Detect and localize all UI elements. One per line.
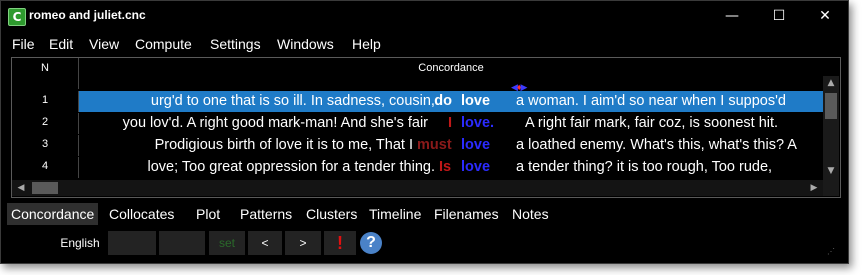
keyword: love. <box>461 115 495 131</box>
tab-filenames[interactable]: Filenames <box>430 203 503 225</box>
alert-icon[interactable]: ! <box>324 231 356 255</box>
tab-patterns[interactable]: Patterns <box>236 203 296 225</box>
app-icon: C <box>8 8 26 26</box>
right-context: A right fair mark, fair coz, is soonest … <box>525 115 779 131</box>
collocate-word: do <box>434 93 452 109</box>
keyword: love <box>461 93 491 109</box>
resize-grip-icon[interactable]: ⋰ <box>827 247 835 256</box>
concordance-grid[interactable]: N Concordance ◀♦▶ 1 urg'd to one that is… <box>11 57 841 198</box>
tab-clusters[interactable]: Clusters <box>302 203 361 225</box>
tab-notes[interactable]: Notes <box>508 203 553 225</box>
status-field-1 <box>108 231 156 255</box>
concordance-line[interactable]: Prodigious birth of love it is to me, Th… <box>79 135 823 156</box>
status-bar: English set < > ! ? <box>7 231 847 257</box>
concordance-line[interactable]: you lov'd. A right good mark-man! And sh… <box>79 113 823 134</box>
table-row[interactable]: 2 you lov'd. A right good mark-man! And … <box>12 113 823 134</box>
left-context: Prodigious birth of love it is to me, Th… <box>154 137 413 153</box>
row-number: 2 <box>12 113 79 134</box>
menu-help[interactable]: Help <box>352 34 381 54</box>
scroll-left-icon[interactable]: ◀ <box>13 180 29 196</box>
row-number: 4 <box>12 157 79 178</box>
menu-bar: File Edit View Compute Settings Windows … <box>1 34 848 54</box>
menu-edit[interactable]: Edit <box>49 34 73 54</box>
collocate-word: must <box>417 137 452 153</box>
table-row[interactable]: 1 urg'd to one that is so ill. In sadnes… <box>12 91 823 112</box>
app-window: C romeo and juliet.cnc — ☐ ✕ File Edit V… <box>0 0 849 264</box>
close-button[interactable]: ✕ <box>802 1 848 31</box>
row-number: 1 <box>12 91 79 112</box>
tab-bar: Concordance Collocates Plot Patterns Clu… <box>7 203 847 225</box>
menu-settings[interactable]: Settings <box>210 34 261 54</box>
tab-concordance[interactable]: Concordance <box>7 203 99 225</box>
concordance-line[interactable]: love; Too great oppression for a tender … <box>79 157 823 178</box>
left-context: you lov'd. A right good mark-man! And sh… <box>122 115 428 131</box>
help-button[interactable]: ? <box>357 231 385 255</box>
minimize-icon: — <box>725 8 739 24</box>
keyword: love <box>461 137 491 153</box>
column-header-concordance[interactable]: Concordance ◀♦▶ <box>79 58 823 92</box>
horizontal-scrollbar[interactable] <box>12 180 823 196</box>
right-context: a tender thing? it is too rough, Too rud… <box>516 159 773 175</box>
scroll-down-icon[interactable]: ▼ <box>823 166 839 176</box>
tab-collocates[interactable]: Collocates <box>105 203 178 225</box>
right-context: a loathed enemy. What's this, what's thi… <box>516 137 797 153</box>
row-number: 3 <box>12 135 79 156</box>
concordance-line[interactable]: urg'd to one that is so ill. In sadness,… <box>79 91 823 112</box>
collocate-word: I <box>448 115 453 131</box>
maximize-button[interactable]: ☐ <box>756 1 802 31</box>
collocate-word: Is <box>439 159 452 175</box>
help-icon: ? <box>360 232 382 254</box>
left-context: urg'd to one that is so ill. In sadness,… <box>150 93 443 109</box>
menu-file[interactable]: File <box>12 34 35 54</box>
close-icon: ✕ <box>819 8 831 24</box>
set-button[interactable]: set <box>209 231 245 255</box>
tab-timeline[interactable]: Timeline <box>365 203 425 225</box>
minimize-button[interactable]: — <box>709 1 755 31</box>
title-bar[interactable]: C romeo and juliet.cnc — ☐ ✕ <box>1 1 848 31</box>
vertical-scroll-thumb[interactable] <box>825 93 837 119</box>
scroll-right-icon[interactable]: ▶ <box>806 180 822 196</box>
previous-button[interactable]: < <box>248 231 282 255</box>
menu-windows[interactable]: Windows <box>277 34 334 54</box>
concordance-header-label: Concordance <box>418 62 484 74</box>
horizontal-scroll-thumb[interactable] <box>32 182 58 194</box>
tab-plot[interactable]: Plot <box>192 203 224 225</box>
table-row[interactable]: 4 love; Too great oppression for a tende… <box>12 157 823 178</box>
maximize-icon: ☐ <box>772 8 786 24</box>
left-context: love; Too great oppression for a tender … <box>147 159 435 175</box>
keyword: love <box>461 159 491 175</box>
column-header-n[interactable]: N <box>12 58 79 89</box>
window-title: romeo and juliet.cnc <box>29 8 146 22</box>
menu-compute[interactable]: Compute <box>135 34 192 54</box>
language-indicator[interactable]: English <box>55 231 105 255</box>
scroll-up-icon[interactable]: ▲ <box>823 78 839 88</box>
status-field-2 <box>159 231 205 255</box>
table-row[interactable]: 3 Prodigious birth of love it is to me, … <box>12 135 823 156</box>
menu-view[interactable]: View <box>89 34 119 54</box>
right-context: a woman. I aim'd so near when I suppos'd <box>516 93 786 109</box>
next-button[interactable]: > <box>285 231 321 255</box>
